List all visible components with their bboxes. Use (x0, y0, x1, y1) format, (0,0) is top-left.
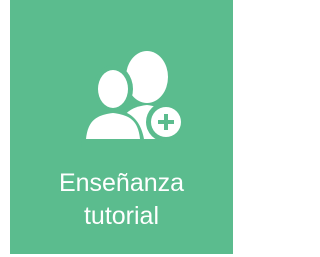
tutorial-teaching-tile[interactable]: Enseñanza tutorial (10, 0, 233, 254)
tile-label-line-2: tutorial (83, 202, 160, 230)
users-add-icon (67, 47, 187, 147)
tile-label: Enseñanza tutorial (10, 167, 233, 233)
tile-label-line-1: Enseñanza (58, 169, 185, 197)
